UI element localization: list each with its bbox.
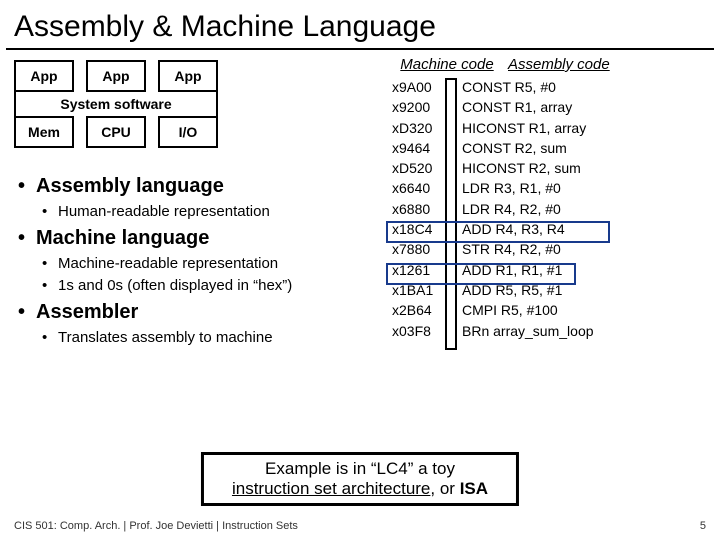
system-software-row: System software <box>14 92 218 116</box>
slide-title: Assembly & Machine Language <box>0 0 720 48</box>
assembly-code-cell: CONST R5, #0 <box>462 77 710 97</box>
isa-underline: instruction set architecture <box>232 479 430 498</box>
code-row: x9A00CONST R5, #0 <box>392 77 710 97</box>
example-line1: Example is in “LC4” a toy <box>232 459 488 479</box>
layer-diagram: App App App System software Mem CPU I/O <box>14 60 384 148</box>
app-box: App <box>14 60 74 92</box>
isa-bold: ISA <box>460 479 488 498</box>
assembly-code-cell: LDR R4, R2, #0 <box>462 199 710 219</box>
assembly-code-cell: BRn array_sum_loop <box>462 321 710 341</box>
footer: CIS 501: Comp. Arch. | Prof. Joe Deviett… <box>14 520 706 532</box>
assembly-code-header: Assembly code <box>502 56 710 73</box>
column-divider-box <box>445 78 457 350</box>
bullet-machine-readable: Machine-readable representation <box>14 253 384 276</box>
bullets: Assembly language Human-readable represe… <box>14 158 384 349</box>
assembly-code-cell: HICONST R2, sum <box>462 158 710 178</box>
assembly-code-cell: CONST R1, array <box>462 97 710 117</box>
assembly-code-cell: CMPI R5, #100 <box>462 300 710 320</box>
bullet-assembler: Assembler <box>14 298 384 327</box>
example-callout: Example is in “LC4” a toy instruction se… <box>201 452 519 506</box>
bullet-translates: Translates assembly to machine <box>14 327 384 350</box>
code-row: x6640LDR R3, R1, #0 <box>392 178 710 198</box>
highlight-box-add2 <box>386 263 576 285</box>
assembly-code-cell: CONST R2, sum <box>462 138 710 158</box>
io-box: I/O <box>158 116 218 148</box>
machine-code-header: Machine code <box>392 56 502 73</box>
app-box: App <box>158 60 218 92</box>
code-row: xD520HICONST R2, sum <box>392 158 710 178</box>
footer-text: CIS 501: Comp. Arch. | Prof. Joe Deviett… <box>14 520 298 532</box>
code-row: x9200CONST R1, array <box>392 97 710 117</box>
app-box: App <box>86 60 146 92</box>
code-row: xD320HICONST R1, array <box>392 118 710 138</box>
right-column: Machine code Assembly code x9A00CONST R5… <box>392 60 710 349</box>
code-row: x9464CONST R2, sum <box>392 138 710 158</box>
left-column: App App App System software Mem CPU I/O … <box>14 60 384 349</box>
app-row: App App App <box>14 60 384 92</box>
code-row: x6880LDR R4, R2, #0 <box>392 199 710 219</box>
code-row: x2B64CMPI R5, #100 <box>392 300 710 320</box>
assembly-code-cell: HICONST R1, array <box>462 118 710 138</box>
hardware-row: Mem CPU I/O <box>14 116 384 148</box>
bullet-assembly-language: Assembly language <box>14 172 384 201</box>
assembly-code-cell: LDR R3, R1, #0 <box>462 178 710 198</box>
bullet-hex: 1s and 0s (often displayed in “hex”) <box>14 275 384 298</box>
highlight-box-add <box>386 221 610 243</box>
code-headers: Machine code Assembly code <box>392 56 710 73</box>
mem-box: Mem <box>14 116 74 148</box>
page-number: 5 <box>700 520 706 532</box>
code-row: x03F8BRn array_sum_loop <box>392 321 710 341</box>
bullet-human-readable: Human-readable representation <box>14 201 384 224</box>
example-sep: , or <box>430 479 459 498</box>
code-listing: x9A00CONST R5, #0x9200CONST R1, arrayxD3… <box>392 77 710 341</box>
bullet-machine-language: Machine language <box>14 224 384 253</box>
cpu-box: CPU <box>86 116 146 148</box>
slide-body: App App App System software Mem CPU I/O … <box>0 50 720 349</box>
example-line2: instruction set architecture, or ISA <box>232 479 488 499</box>
